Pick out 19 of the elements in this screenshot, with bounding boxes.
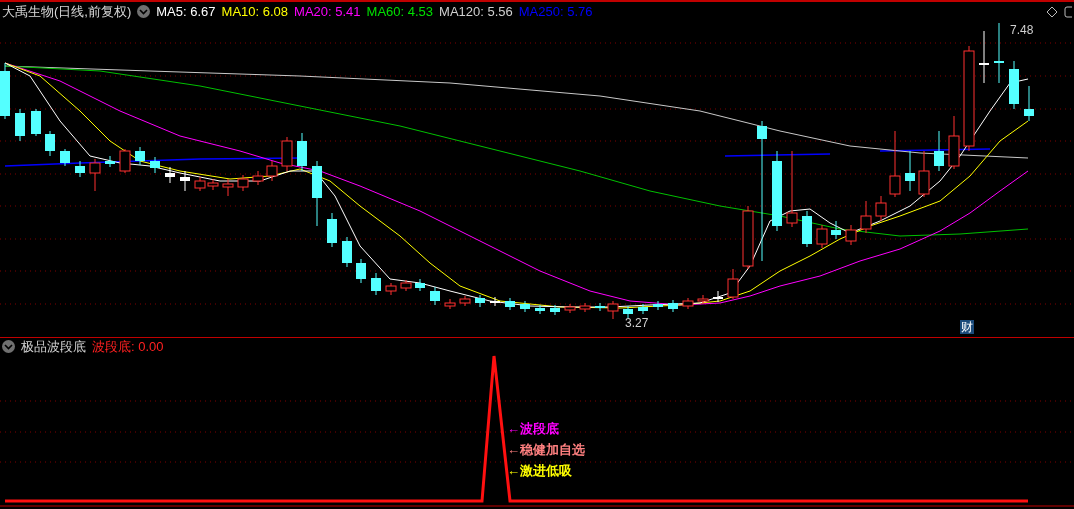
indicator-title: 极品波段底 (21, 340, 86, 353)
moving-average-value: MA120: 5.56 (439, 5, 513, 18)
signal-annotation: ←激进低吸 (507, 463, 573, 478)
moving-average-value: MA60: 4.53 (366, 5, 434, 18)
moving-average-value: MA5: 6.67 (156, 5, 216, 18)
diamond-icon[interactable] (1046, 5, 1058, 18)
indicator-value: 波段底: 0.00 (92, 340, 164, 353)
high-price-label: 7.48 (1010, 22, 1034, 39)
moving-average-value: MA250: 5.76 (518, 5, 593, 18)
signal-annotation: ←波段底 (507, 421, 560, 436)
stock-title: 大禹生物(日线,前复权) (2, 5, 132, 18)
dropdown-icon[interactable] (2, 340, 15, 353)
dropdown-icon[interactable] (137, 5, 151, 18)
window-icon[interactable] (1064, 5, 1072, 18)
moving-average-value: MA20: 5.41 (294, 5, 361, 18)
low-price-label: 3.27 (625, 315, 649, 332)
signal-annotation: ←稳健加自选 (507, 442, 585, 457)
moving-average-value: MA10: 6.08 (221, 5, 289, 18)
finance-badge[interactable]: 财 (960, 320, 974, 334)
